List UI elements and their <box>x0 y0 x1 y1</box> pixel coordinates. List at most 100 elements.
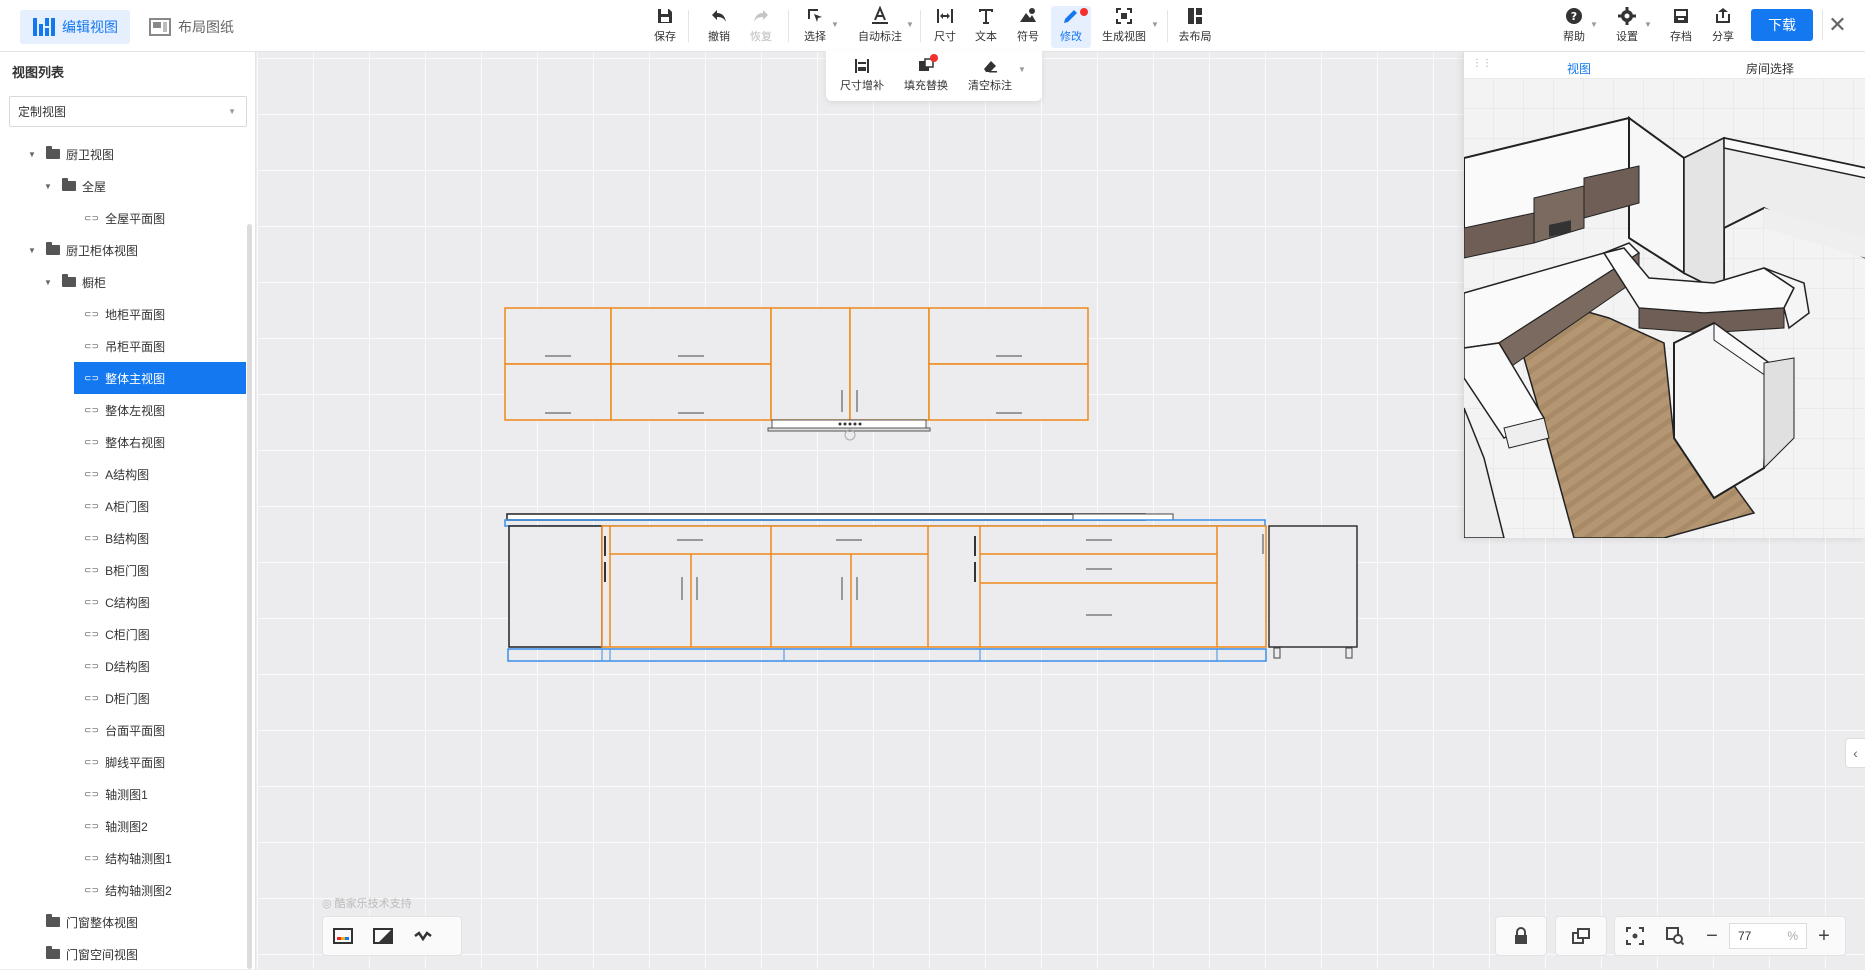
tree-view-item[interactable]: ⊂⊃ 轴测图2 <box>0 810 250 842</box>
tree-view-item[interactable]: ⊂⊃ 整体左视图 <box>0 394 250 426</box>
zoom-out-button[interactable]: − <box>1695 917 1729 955</box>
select-button[interactable]: 选择 <box>795 6 835 48</box>
range-hood <box>767 419 931 441</box>
auto-dimension-dropdown-caret-icon[interactable]: ▼ <box>906 20 914 29</box>
wall-cabinet-group[interactable] <box>504 307 1089 421</box>
panel-scrollbar[interactable] <box>247 224 252 969</box>
tree-item-label: D柜门图 <box>105 691 150 706</box>
lock-button[interactable] <box>1501 917 1541 955</box>
tree-view-item[interactable]: ⊂⊃ C柜门图 <box>0 618 250 650</box>
mode-tab-edit-view[interactable]: 编辑视图 <box>20 10 130 44</box>
auto-dimension-button[interactable]: 自动标注 <box>858 6 902 48</box>
multi-view-button[interactable] <box>1561 917 1601 955</box>
archive-button[interactable]: 存档 <box>1661 6 1701 48</box>
tree-view-item[interactable]: ⊂⊃ 结构轴测图1 <box>0 842 250 874</box>
modify-button[interactable]: 修改 <box>1051 6 1091 48</box>
tree-view-item[interactable]: ⊂⊃ 地柜平面图 <box>0 298 250 330</box>
hatch-toggle-button[interactable] <box>363 917 403 955</box>
edit-view-logo-icon <box>33 18 55 36</box>
zoom-in-button[interactable]: + <box>1807 917 1841 955</box>
3d-kitchen-render[interactable] <box>1464 78 1865 538</box>
countertop-selection-outline[interactable] <box>504 519 1266 527</box>
tree-folder-item[interactable]: ▼ 厨卫柜体视图 <box>0 234 250 266</box>
dimension-fill-button[interactable]: 尺寸增补 <box>840 57 884 93</box>
tree-folder-item[interactable]: 门窗整体视图 <box>0 906 250 938</box>
tree-view-item[interactable]: ⊂⊃ B结构图 <box>0 522 250 554</box>
tree-folder-item[interactable]: ▼ 厨卫视图 <box>0 138 250 170</box>
tree-view-item[interactable]: ⊂⊃ A结构图 <box>0 458 250 490</box>
tree-view-item[interactable]: ⊂⊃ 整体右视图 <box>0 426 250 458</box>
caret-down-icon[interactable]: ▼ <box>44 278 56 287</box>
tree-view-item[interactable]: ⊂⊃ 整体主视图 <box>74 362 246 394</box>
fill-replace-button[interactable]: 填充替换 <box>904 54 948 93</box>
fit-screen-icon <box>1626 927 1644 945</box>
view-list-panel: 视图列表 定制视图 ▼ ▼ 厨卫视图 ▼ 全屋 ⊂⊃ 全屋平面图 ▼ 厨卫柜体视图 ▼ 橱柜 ⊂⊃ 地… <box>0 52 256 969</box>
tree-view-item[interactable]: ⊂⊃ 全屋平面图 <box>0 202 250 234</box>
save-button[interactable]: 保存 <box>645 6 685 48</box>
redo-button[interactable]: 恢复 <box>741 6 781 48</box>
tree-item-label: C柜门图 <box>105 627 150 642</box>
tree-view-item[interactable]: ⊂⊃ 吊柜平面图 <box>0 330 250 362</box>
tree-view-item[interactable]: ⊂⊃ 脚线平面图 <box>0 746 250 778</box>
tree-folder-item[interactable]: 门窗空间视图 <box>0 938 250 970</box>
link-icon: ⊂⊃ <box>84 692 100 703</box>
tree-item-label: 台面平面图 <box>105 723 166 738</box>
help-dropdown-caret-icon[interactable]: ▼ <box>1590 20 1598 29</box>
clear-dimension-dropdown-caret-icon[interactable]: ▼ <box>1018 65 1026 74</box>
tree-view-item[interactable]: ⊂⊃ 结构轴测图2 <box>0 874 250 906</box>
select-dropdown-caret-icon[interactable]: ▼ <box>831 20 839 29</box>
modify-label: 修改 <box>1060 31 1082 43</box>
notification-dot <box>1080 8 1088 16</box>
settings-dropdown-caret-icon[interactable]: ▼ <box>1644 20 1652 29</box>
tree-item-label: 整体主视图 <box>105 371 166 386</box>
generate-view-label: 生成视图 <box>1102 31 1146 43</box>
generate-view-dropdown-caret-icon[interactable]: ▼ <box>1151 20 1159 29</box>
expand-panel-arrow-icon[interactable]: ‹ <box>1845 738 1865 768</box>
clear-dimension-button[interactable]: 清空标注 <box>968 57 1012 93</box>
tree-view-item[interactable]: ⊂⊃ C结构图 <box>0 586 250 618</box>
share-button[interactable]: 分享 <box>1703 6 1743 48</box>
tree-view-item[interactable]: ⊂⊃ 台面平面图 <box>0 714 250 746</box>
drag-handle-icon[interactable]: ⋮⋮ <box>1472 58 1492 69</box>
mode-tab-layout-drawing[interactable]: 布局图纸 <box>136 10 246 44</box>
close-icon[interactable]: ✕ <box>1822 10 1852 40</box>
fit-to-screen-button[interactable] <box>1615 917 1655 955</box>
tree-view-item[interactable]: ⊂⊃ D结构图 <box>0 650 250 682</box>
plinth-selection-outline[interactable] <box>507 648 1267 662</box>
go-to-layout-button[interactable]: 去布局 <box>1174 6 1216 48</box>
archive-icon <box>1674 9 1688 23</box>
tree-folder-item[interactable]: ▼ 橱柜 <box>0 266 250 298</box>
download-button[interactable]: 下载 <box>1751 9 1813 41</box>
plus-icon: + <box>1818 924 1830 947</box>
color-fill-toggle-button[interactable] <box>323 917 363 955</box>
caret-down-icon[interactable]: ▼ <box>44 182 56 191</box>
3d-preview-panel: ⋮⋮ 视图 房间选择 <box>1463 52 1865 538</box>
tree-view-item[interactable]: ⊂⊃ A柜门图 <box>0 490 250 522</box>
go-to-layout-label: 去布局 <box>1178 31 1212 43</box>
base-cabinet-group[interactable] <box>508 525 1358 648</box>
tree-item-label: 门窗整体视图 <box>66 915 139 930</box>
toolbar-divider <box>1167 10 1168 42</box>
help-button[interactable]: ? 帮助 <box>1554 6 1594 48</box>
tree-view-item[interactable]: ⊂⊃ D柜门图 <box>0 682 250 714</box>
tree-view-item[interactable]: ⊂⊃ B柜门图 <box>0 554 250 586</box>
tree-item-label: B柜门图 <box>105 563 150 578</box>
tab-room-select[interactable]: 房间选择 <box>1746 60 1794 77</box>
zoom-to-selection-button[interactable] <box>1655 917 1695 955</box>
tree-folder-item[interactable]: ▼ 全屋 <box>0 170 250 202</box>
line-style-button[interactable] <box>403 917 443 955</box>
bottom-left-toolbar <box>322 916 462 956</box>
tab-view[interactable]: 视图 <box>1567 60 1591 77</box>
undo-button[interactable]: 撤销 <box>699 6 739 48</box>
tree-view-item[interactable]: ⊂⊃ 轴测图1 <box>0 778 250 810</box>
link-icon: ⊂⊃ <box>84 660 100 671</box>
symbol-button[interactable]: 符号 <box>1008 6 1048 48</box>
caret-down-icon[interactable]: ▼ <box>28 150 40 159</box>
caret-down-icon[interactable]: ▼ <box>28 246 40 255</box>
zoom-level-input[interactable]: 77 % <box>1729 923 1807 949</box>
view-type-select[interactable]: 定制视图 ▼ <box>9 96 247 127</box>
dimension-button[interactable]: 尺寸 <box>925 6 965 48</box>
text-button[interactable]: 文本 <box>966 6 1006 48</box>
generate-view-button[interactable]: 生成视图 <box>1099 6 1149 48</box>
settings-button[interactable]: 设置 <box>1607 6 1647 48</box>
